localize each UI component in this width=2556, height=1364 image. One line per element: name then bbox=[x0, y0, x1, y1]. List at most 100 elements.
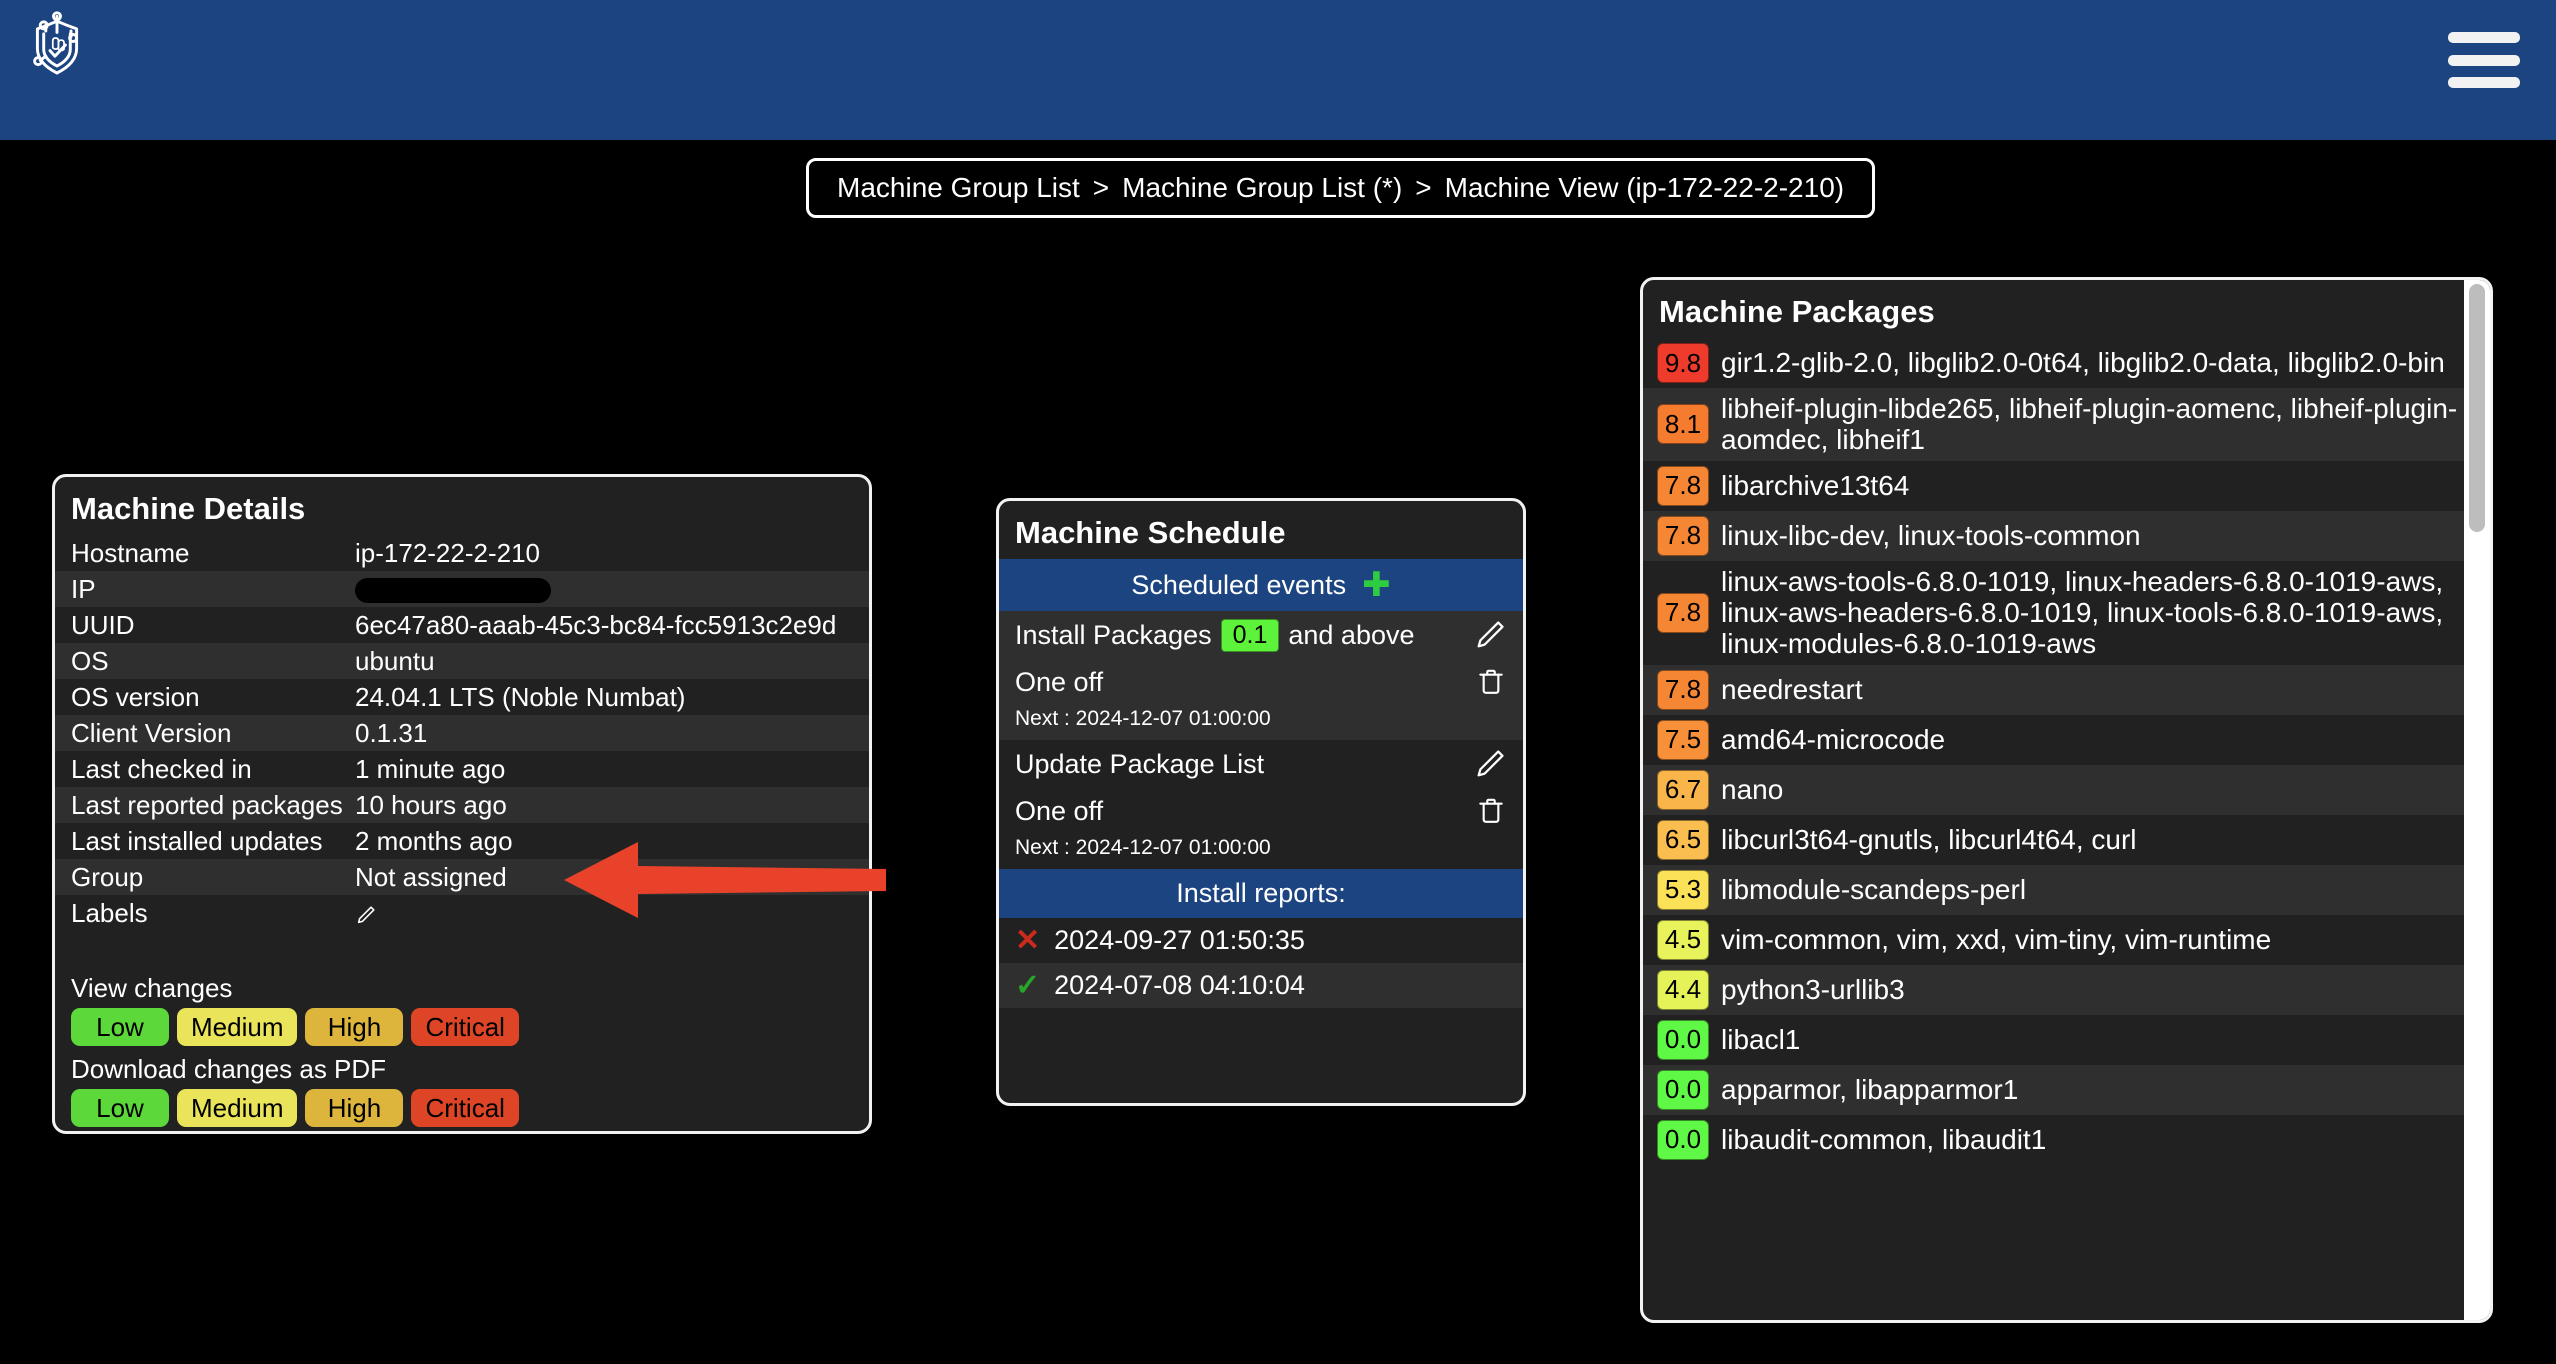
menu-icon[interactable] bbox=[2448, 32, 2520, 88]
package-cvss-score: 5.3 bbox=[1657, 869, 1709, 910]
plus-icon[interactable]: ✚ bbox=[1362, 568, 1391, 602]
shield-circuit-logo[interactable] bbox=[22, 10, 92, 80]
scheduled-event-recurrence-row: One off bbox=[999, 659, 1523, 705]
package-row[interactable]: 7.8 linux-libc-dev, linux-tools-common bbox=[1643, 510, 2490, 561]
packages-scrollbar[interactable] bbox=[2464, 280, 2490, 1320]
machine-details-card: Machine Details Hostname ip-172-22-2-210 I… bbox=[52, 474, 872, 1134]
package-row[interactable]: 8.1 libheif-plugin-libde265, libheif-plug… bbox=[1643, 388, 2490, 461]
scheduled-event: Update Package List One off Next : 2024-12… bbox=[999, 740, 1523, 869]
pencil-icon[interactable] bbox=[1473, 747, 1507, 781]
detail-row-uuid: UUID 6ec47a80-aaab-45c3-bc84-fcc5913c2e9d bbox=[55, 607, 869, 643]
detail-key: Group bbox=[71, 861, 144, 892]
severity-threshold-badge[interactable]: 0.1 bbox=[1220, 618, 1280, 652]
machine-schedule-card: Machine Schedule Scheduled events ✚ Inst… bbox=[996, 498, 1526, 1106]
detail-value: 10 hours ago bbox=[355, 789, 507, 820]
view-changes-low-button[interactable]: Low bbox=[71, 1008, 169, 1046]
package-cvss-score: 4.4 bbox=[1657, 969, 1709, 1010]
package-row[interactable]: 6.7 nano bbox=[1643, 764, 2490, 815]
detail-value: 0.1.31 bbox=[355, 717, 428, 748]
package-names: amd64-microcode bbox=[1721, 724, 1946, 756]
package-row[interactable]: 7.8 needrestart bbox=[1643, 664, 2490, 715]
scheduled-events-header[interactable]: Scheduled events ✚ bbox=[999, 559, 1523, 611]
package-names: gir1.2-glib-2.0, libglib2.0-0t64, libgli… bbox=[1721, 347, 2445, 379]
package-cvss-score: 7.8 bbox=[1657, 592, 1709, 633]
package-cvss-score: 0.0 bbox=[1657, 1119, 1709, 1160]
package-row[interactable]: 4.5 vim-common, vim, xxd, vim-tiny, vim-r… bbox=[1643, 915, 2490, 965]
detail-value bbox=[355, 574, 869, 605]
download-pdf-high-button[interactable]: High bbox=[305, 1089, 404, 1127]
breadcrumb-item-1[interactable]: Machine Group List (*) bbox=[1122, 172, 1402, 204]
trash-icon[interactable] bbox=[1475, 795, 1507, 827]
menu-bar-1 bbox=[2448, 32, 2520, 43]
install-reports-header: Install reports: bbox=[999, 869, 1523, 918]
scheduled-event-title-row: Update Package List bbox=[999, 740, 1523, 788]
scheduled-event-next-run: Next : 2024-12-07 01:00:00 bbox=[1015, 836, 1271, 859]
package-cvss-score: 0.0 bbox=[1657, 1019, 1709, 1060]
page-root: Machine Group List > Machine Group List … bbox=[0, 0, 2556, 1364]
install-report-row[interactable]: ✕ 2024-09-27 01:50:35 bbox=[999, 918, 1523, 963]
view-changes-medium-button[interactable]: Medium bbox=[177, 1008, 298, 1046]
download-pdf-critical-button[interactable]: Critical bbox=[411, 1089, 519, 1127]
detail-value: 1 minute ago bbox=[355, 753, 506, 784]
scheduled-events-label: Scheduled events bbox=[1131, 569, 1347, 600]
detail-row-hostname: Hostname ip-172-22-2-210 bbox=[55, 535, 869, 571]
package-names: libarchive13t64 bbox=[1721, 470, 1910, 502]
detail-value: 24.04.1 LTS (Noble Numbat) bbox=[355, 681, 686, 712]
package-names: linux-libc-dev, linux-tools-common bbox=[1721, 520, 2141, 552]
package-cvss-score: 6.5 bbox=[1657, 819, 1709, 860]
check-icon: ✓ bbox=[1015, 968, 1041, 1002]
breadcrumb-item-2[interactable]: Machine View (ip-172-22-2-210) bbox=[1445, 172, 1844, 204]
package-row[interactable]: 4.4 python3-urllib3 bbox=[1643, 964, 2490, 1015]
package-row[interactable]: 0.0 apparmor, libapparmor1 bbox=[1643, 1064, 2490, 1115]
download-pdf-low-button[interactable]: Low bbox=[71, 1089, 169, 1127]
detail-value[interactable] bbox=[355, 898, 869, 929]
detail-key: UUID bbox=[71, 609, 135, 640]
detail-row-last-reported-packages: Last reported packages 10 hours ago bbox=[55, 787, 869, 823]
packages-scrollbar-thumb[interactable] bbox=[2469, 284, 2485, 532]
download-pdf-medium-button[interactable]: Medium bbox=[177, 1089, 298, 1127]
detail-value: 2 months ago bbox=[355, 825, 513, 856]
app-header bbox=[0, 0, 2556, 140]
detail-row-group: Group Not assigned bbox=[55, 859, 869, 895]
machine-packages-scroll-area[interactable]: Machine Packages 9.8 gir1.2-glib-2.0, lib… bbox=[1643, 280, 2490, 1320]
pencil-icon[interactable] bbox=[1473, 618, 1507, 652]
package-row[interactable]: 7.8 linux-aws-tools-6.8.0-1019, linux-hea… bbox=[1643, 561, 2490, 665]
package-names: python3-urllib3 bbox=[1721, 974, 1905, 1006]
machine-packages-card: Machine Packages 9.8 gir1.2-glib-2.0, lib… bbox=[1640, 277, 2493, 1323]
breadcrumb-separator-1: > bbox=[1415, 172, 1432, 203]
detail-row-ip: IP bbox=[55, 571, 869, 607]
package-row[interactable]: 0.0 libaudit-common, libaudit1 bbox=[1643, 1115, 2490, 1165]
view-changes-critical-button[interactable]: Critical bbox=[411, 1008, 519, 1046]
package-row[interactable]: 6.5 libcurl3t64-gnutls, libcurl4t64, curl bbox=[1643, 815, 2490, 865]
detail-row-last-checked-in: Last checked in 1 minute ago bbox=[55, 751, 869, 787]
install-reports-list: ✕ 2024-09-27 01:50:35 ✓ 2024-07-08 04:10:04 bbox=[999, 918, 1523, 1008]
menu-bar-3 bbox=[2448, 77, 2520, 88]
package-cvss-score: 0.0 bbox=[1657, 1069, 1709, 1110]
install-report-row[interactable]: ✓ 2024-07-08 04:10:04 bbox=[999, 963, 1523, 1008]
install-reports-label: Install reports: bbox=[1176, 878, 1346, 908]
package-cvss-score: 7.8 bbox=[1657, 515, 1709, 556]
pencil-icon[interactable] bbox=[355, 904, 377, 926]
breadcrumb-separator-0: > bbox=[1092, 172, 1110, 203]
package-names: libaudit-common, libaudit1 bbox=[1721, 1124, 2047, 1156]
package-row[interactable]: 9.8 gir1.2-glib-2.0, libglib2.0-0t64, lib… bbox=[1643, 338, 2490, 388]
package-names: nano bbox=[1721, 774, 1784, 806]
detail-row-labels: Labels bbox=[55, 895, 869, 931]
scheduled-events-list: Install Packages 0.1 and above One off Next … bbox=[999, 611, 1523, 869]
package-names: libcurl3t64-gnutls, libcurl4t64, curl bbox=[1721, 824, 2137, 856]
package-names: libmodule-scandeps-perl bbox=[1721, 874, 2027, 906]
package-row[interactable]: 7.5 amd64-microcode bbox=[1643, 715, 2490, 765]
package-row[interactable]: 7.8 libarchive13t64 bbox=[1643, 461, 2490, 511]
scheduled-event-name-suffix: and above bbox=[1288, 619, 1415, 650]
trash-icon[interactable] bbox=[1475, 666, 1507, 698]
scheduled-event-title-row: Install Packages 0.1 and above bbox=[999, 611, 1523, 659]
package-row[interactable]: 5.3 libmodule-scandeps-perl bbox=[1643, 864, 2490, 915]
redacted-ip-value bbox=[355, 578, 551, 604]
view-changes-high-button[interactable]: High bbox=[305, 1008, 404, 1046]
package-names: needrestart bbox=[1721, 674, 1863, 706]
breadcrumb-item-0[interactable]: Machine Group List bbox=[837, 172, 1080, 204]
detail-value: 6ec47a80-aaab-45c3-bc84-fcc5913c2e9d bbox=[355, 609, 837, 640]
package-row[interactable]: 0.0 libacl1 bbox=[1643, 1015, 2490, 1065]
machine-packages-list: 9.8 gir1.2-glib-2.0, libglib2.0-0t64, lib… bbox=[1643, 338, 2490, 1165]
detail-row-last-installed-updates: Last installed updates 2 months ago bbox=[55, 823, 869, 859]
